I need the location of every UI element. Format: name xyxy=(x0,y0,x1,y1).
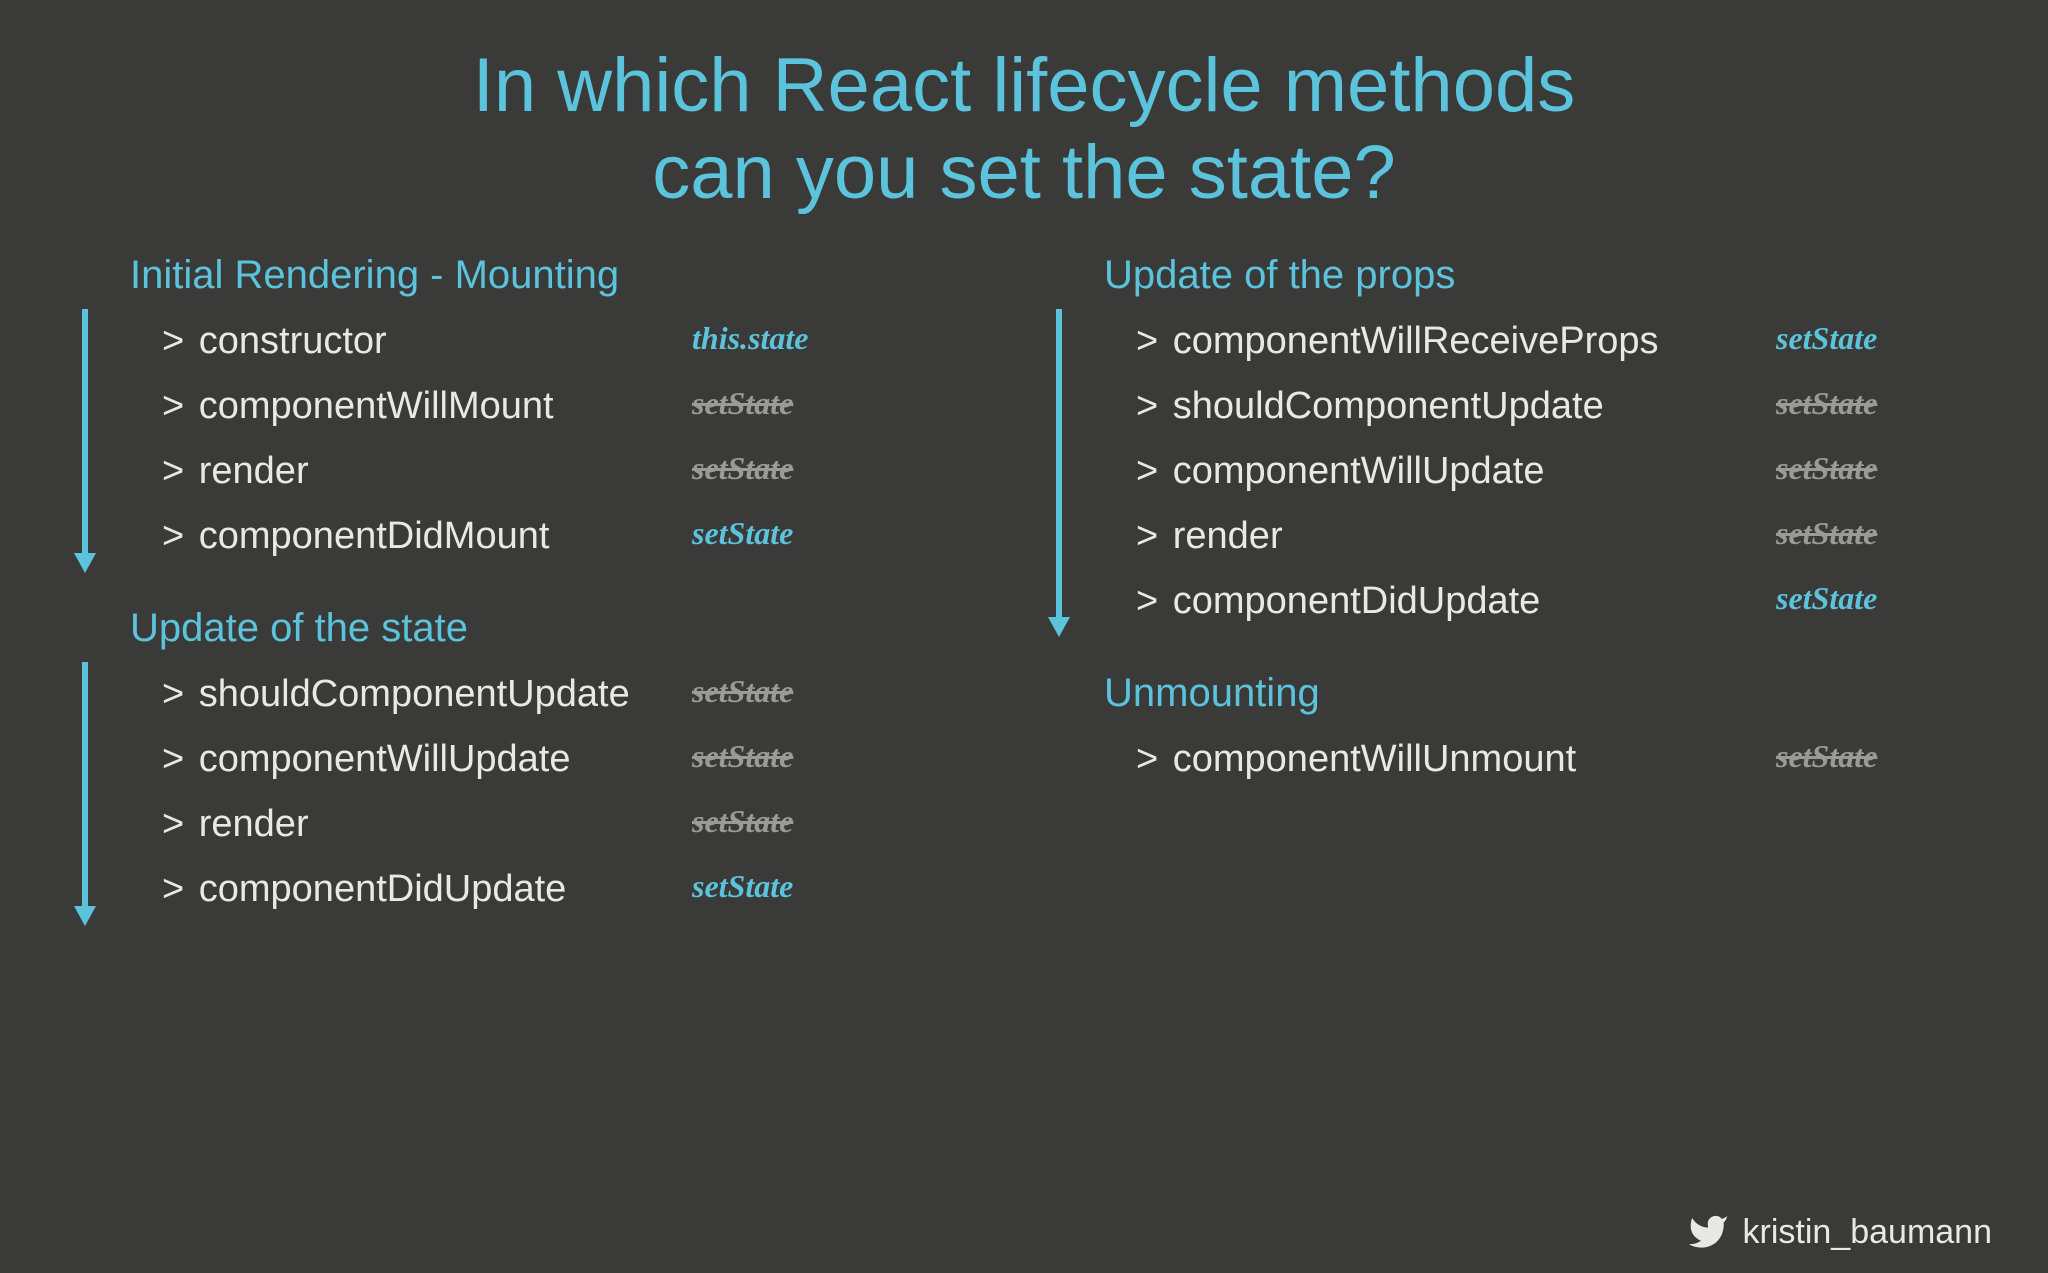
twitter-handle: kristin_baumann xyxy=(1743,1213,1992,1252)
setstate-forbidden: setState xyxy=(1776,450,1877,487)
lifecycle-method: componentWillMount xyxy=(162,385,554,428)
lifecycle-method-row: componentDidMount setState xyxy=(162,515,1004,558)
setstate-forbidden: setState xyxy=(692,803,793,840)
lifecycle-method: shouldComponentUpdate xyxy=(162,673,630,716)
lifecycle-method: constructor xyxy=(162,320,387,363)
flow-arrow xyxy=(1044,309,1074,639)
lifecycle-method: componentDidUpdate xyxy=(162,868,566,911)
setstate-allowed: setState xyxy=(692,515,793,552)
flow-arrow xyxy=(70,662,100,928)
lifecycle-section: Update of the props componentWillReceiveP… xyxy=(1044,253,1978,623)
lifecycle-method-row: componentWillUpdate setState xyxy=(162,738,1004,781)
setstate-allowed: this.state xyxy=(692,320,808,357)
lifecycle-method-row: componentDidUpdate setState xyxy=(162,868,1004,911)
lifecycle-method: componentWillReceiveProps xyxy=(1136,320,1659,363)
right-column: Update of the props componentWillReceiveP… xyxy=(1044,253,1978,959)
lifecycle-method-row: componentDidUpdate setState xyxy=(1136,580,1978,623)
flow-arrow xyxy=(70,309,100,575)
lifecycle-method: render xyxy=(1136,515,1283,558)
setstate-forbidden: setState xyxy=(1776,515,1877,552)
lifecycle-method: render xyxy=(162,803,309,846)
section-heading: Initial Rendering - Mounting xyxy=(130,253,1004,298)
lifecycle-method-row: render setState xyxy=(1136,515,1978,558)
setstate-forbidden: setState xyxy=(692,738,793,775)
lifecycle-section: Unmounting componentWillUnmount setState xyxy=(1044,671,1978,781)
lifecycle-method-row: componentWillUnmount setState xyxy=(1136,738,1978,781)
lifecycle-method-row: render setState xyxy=(162,803,1004,846)
title-line-2: can you set the state? xyxy=(0,129,2048,216)
section-heading: Update of the state xyxy=(130,606,1004,651)
setstate-allowed: setState xyxy=(1776,580,1877,617)
lifecycle-method: componentDidMount xyxy=(162,515,549,558)
twitter-icon xyxy=(1687,1211,1729,1253)
lifecycle-method-row: shouldComponentUpdate setState xyxy=(162,673,1004,716)
content-columns: Initial Rendering - Mounting constructor t… xyxy=(0,217,2048,959)
lifecycle-method: componentWillUpdate xyxy=(1136,450,1545,493)
setstate-forbidden: setState xyxy=(1776,385,1877,422)
lifecycle-method: componentWillUpdate xyxy=(162,738,571,781)
setstate-forbidden: setState xyxy=(692,385,793,422)
setstate-forbidden: setState xyxy=(692,450,793,487)
section-heading: Unmounting xyxy=(1104,671,1978,716)
lifecycle-method: componentDidUpdate xyxy=(1136,580,1540,623)
lifecycle-method-row: componentWillReceiveProps setState xyxy=(1136,320,1978,363)
lifecycle-method-row: shouldComponentUpdate setState xyxy=(1136,385,1978,428)
section-heading: Update of the props xyxy=(1104,253,1978,298)
setstate-allowed: setState xyxy=(1776,320,1877,357)
left-column: Initial Rendering - Mounting constructor t… xyxy=(70,253,1004,959)
title-line-1: In which React lifecycle methods xyxy=(0,42,2048,129)
setstate-allowed: setState xyxy=(692,868,793,905)
lifecycle-method-row: render setState xyxy=(162,450,1004,493)
lifecycle-method: componentWillUnmount xyxy=(1136,738,1576,781)
setstate-forbidden: setState xyxy=(692,673,793,710)
lifecycle-method: render xyxy=(162,450,309,493)
lifecycle-section: Initial Rendering - Mounting constructor t… xyxy=(70,253,1004,558)
slide-title: In which React lifecycle methods can you… xyxy=(0,0,2048,217)
lifecycle-method-row: componentWillMount setState xyxy=(162,385,1004,428)
lifecycle-method: shouldComponentUpdate xyxy=(1136,385,1604,428)
footer-credit: kristin_baumann xyxy=(1687,1211,1992,1253)
lifecycle-section: Update of the state shouldComponentUpdate… xyxy=(70,606,1004,911)
lifecycle-method-row: constructor this.state xyxy=(162,320,1004,363)
lifecycle-method-row: componentWillUpdate setState xyxy=(1136,450,1978,493)
setstate-forbidden: setState xyxy=(1776,738,1877,775)
